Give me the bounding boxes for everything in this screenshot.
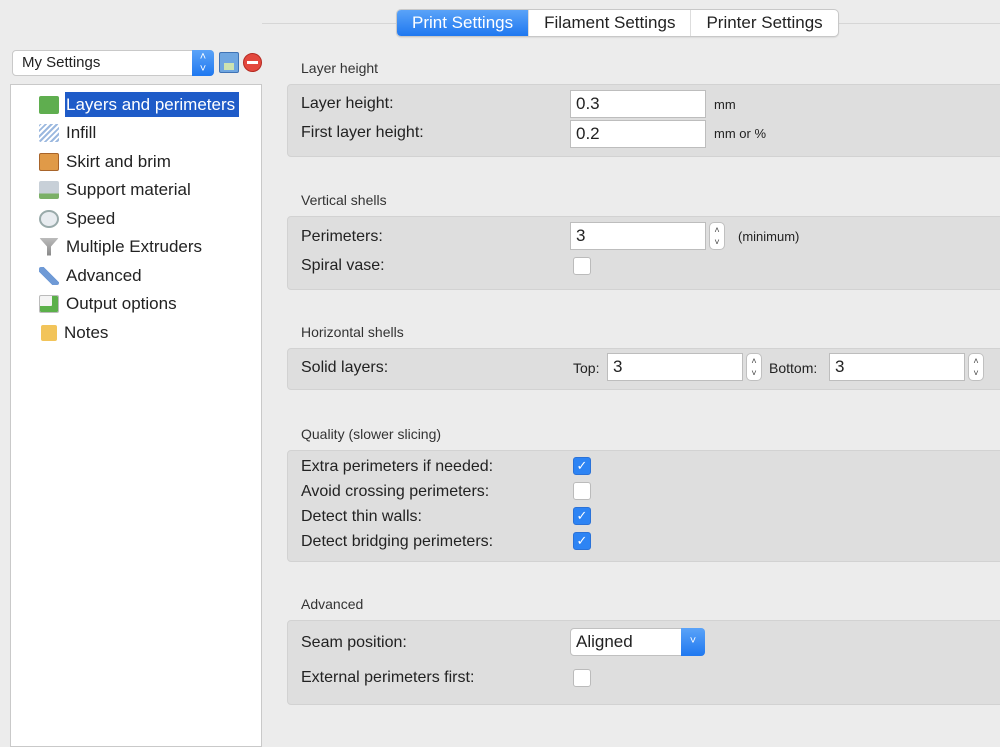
spiral-vase-label: Spiral vase: [301,257,385,274]
support-icon [39,180,59,199]
group-title-advanced: Advanced [301,596,364,612]
extra-perimeters-label: Extra perimeters if needed: [301,458,494,475]
perimeters-label: Perimeters: [301,228,383,245]
group-title-horizontal-shells: Horizontal shells [301,324,404,340]
sidebar-item-speed[interactable]: Speed [39,206,119,231]
wrench-icon [39,266,59,285]
first-layer-height-label: First layer height: [301,124,424,141]
bridging-perimeters-label: Detect bridging perimeters: [301,533,494,550]
avoid-crossing-checkbox[interactable] [573,482,591,500]
avoid-crossing-label: Avoid crossing perimeters: [301,483,490,500]
bottom-layers-input[interactable]: 3 [829,353,965,381]
tab-print-settings[interactable]: Print Settings [397,10,530,36]
infill-icon [39,123,59,142]
seam-position-select[interactable]: Aligned ˅ [570,628,705,656]
external-perimeters-first-label: External perimeters first: [301,669,475,686]
layer-height-input[interactable]: 0.3 [570,90,706,118]
tab-printer-settings[interactable]: Printer Settings [691,10,837,36]
group-title-layer-height: Layer height [301,60,379,76]
top-label: Top: [573,360,600,376]
extra-perimeters-checkbox[interactable]: ✓ [573,457,591,475]
settings-tabs: Print Settings Filament Settings Printer… [396,9,839,37]
sidebar-item-output-options[interactable]: Output options [39,291,181,316]
top-layers-input[interactable]: 3 [607,353,743,381]
sidebar-item-advanced[interactable]: Advanced [39,263,146,288]
top-layers-stepper[interactable]: ˄ ˅ [746,353,762,381]
skirt-icon [39,152,59,171]
thin-walls-checkbox[interactable]: ✓ [573,507,591,525]
output-icon [39,294,59,313]
sidebar-item-infill[interactable]: Infill [39,120,100,145]
sidebar-item-layers-and-perimeters[interactable]: Layers and perimeters [39,92,240,117]
layer-height-unit: mm [714,97,736,112]
solid-layers-label: Solid layers: [301,359,389,376]
thin-walls-label: Detect thin walls: [301,508,422,525]
delete-icon[interactable] [243,53,262,72]
tab-filament-settings[interactable]: Filament Settings [529,10,692,36]
preset-select[interactable]: My Settings ˄ ˅ [12,50,214,76]
perimeters-stepper[interactable]: ˄ ˅ [709,222,725,250]
bottom-layers-stepper[interactable]: ˄ ˅ [968,353,984,381]
first-layer-height-input[interactable]: 0.2 [570,120,706,148]
settings-tree: Layers and perimeters Infill Skirt and b… [10,84,262,747]
bridging-perimeters-checkbox[interactable]: ✓ [573,532,591,550]
group-title-quality: Quality (slower slicing) [301,426,442,442]
group-title-vertical-shells: Vertical shells [301,192,387,208]
sidebar-item-multiple-extruders[interactable]: Multiple Extruders [39,234,206,259]
sidebar-item-notes[interactable]: Notes [39,320,112,345]
first-layer-height-unit: mm or % [714,126,766,141]
seam-position-value: Aligned [576,632,633,651]
external-perimeters-first-checkbox[interactable] [573,669,591,687]
funnel-icon [39,237,59,256]
save-icon[interactable] [219,52,239,73]
perimeters-input[interactable]: 3 [570,222,706,250]
clock-icon [39,209,59,228]
sidebar-item-support-material[interactable]: Support material [39,177,195,202]
seam-position-label: Seam position: [301,634,407,651]
bottom-label: Bottom: [769,360,818,376]
note-icon [41,324,57,341]
sidebar-item-skirt-and-brim[interactable]: Skirt and brim [39,149,175,174]
chevron-updown-icon: ˄ ˅ [192,50,214,76]
layers-icon [39,95,59,114]
layer-height-label: Layer height: [301,95,394,112]
spiral-vase-checkbox[interactable] [573,257,591,275]
preset-value: My Settings [22,54,101,71]
chevron-down-icon: ˅ [681,628,705,656]
perimeters-unit: (minimum) [738,229,800,244]
